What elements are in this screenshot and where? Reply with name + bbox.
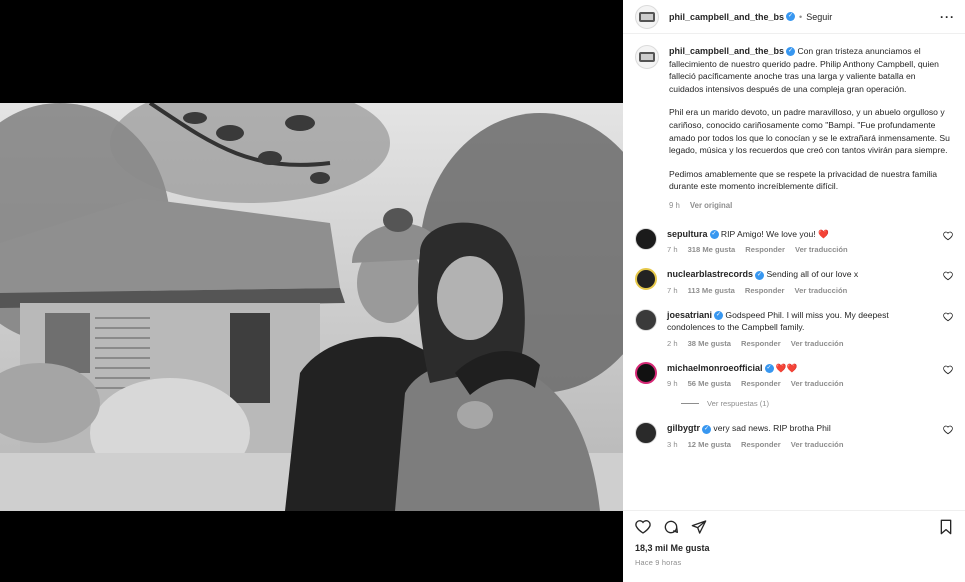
verified-icon: ✓ <box>709 230 719 240</box>
comment-username[interactable]: gilbygtr <box>667 423 700 433</box>
avatar[interactable] <box>635 422 657 445</box>
reply-button[interactable]: Responder <box>741 339 781 348</box>
reply-button[interactable]: Responder <box>741 440 781 449</box>
avatar[interactable] <box>635 361 657 384</box>
replies-divider <box>681 403 699 405</box>
see-original-link[interactable]: Ver original <box>690 201 732 210</box>
reply-button[interactable]: Responder <box>745 245 785 254</box>
comment: michaelmonroeofficial ✓ ❤️❤️ 9 h 56 Me gu… <box>635 361 953 389</box>
comment-icon[interactable] <box>663 519 679 535</box>
verified-icon: ✓ <box>764 364 774 374</box>
action-bar <box>635 519 953 535</box>
comment-likes[interactable]: 38 Me gusta <box>688 339 731 348</box>
comment: sepultura ✓ RIP Amigo! We love you! ❤️ 7 … <box>635 227 953 255</box>
translate-link[interactable]: Ver traducción <box>791 379 844 388</box>
comment-text: Sending all of our love x <box>766 269 859 280</box>
caption-username[interactable]: phil_campbell_and_the_bs <box>669 46 784 56</box>
post-photo[interactable] <box>0 103 623 511</box>
comment-likes[interactable]: 12 Me gusta <box>688 440 731 449</box>
comment-text: ❤️❤️ <box>775 362 798 373</box>
comment: gilbygtr ✓ very sad news. RIP brotha Phil… <box>635 422 953 449</box>
comment-likes[interactable]: 113 Me gusta <box>688 286 735 295</box>
view-replies-label[interactable]: Ver respuestas (1) <box>707 399 769 408</box>
translate-link[interactable]: Ver traducción <box>795 245 848 254</box>
comment-likes[interactable]: 318 Me gusta <box>688 245 736 254</box>
post-side-panel: phil_campbell_and_the_bs ✓ • Seguir ··· … <box>623 0 965 582</box>
caption-text: phil_campbell_and_the_bs ✓ Con gran trist… <box>669 45 951 204</box>
translate-link[interactable]: Ver traducción <box>795 286 848 295</box>
comment-text: very sad news. RIP brotha Phil <box>713 423 831 434</box>
post-footer: 18,3 mil Me gusta Hace 9 horas <box>623 510 965 582</box>
comment-time: 7 h <box>667 245 678 255</box>
view-replies[interactable]: Ver respuestas (1) <box>681 399 953 408</box>
comment-username[interactable]: michaelmonroeofficial <box>667 363 763 373</box>
avatar[interactable] <box>635 45 659 69</box>
comment-username[interactable]: joesatriani <box>667 310 712 320</box>
follow-button[interactable]: Seguir <box>806 12 832 22</box>
comments-scroll-area[interactable]: phil_campbell_and_the_bs ✓ Con gran trist… <box>623 35 965 510</box>
verified-icon: ✓ <box>786 47 796 57</box>
author-username[interactable]: phil_campbell_and_the_bs <box>669 12 784 22</box>
separator-dot: • <box>799 11 803 22</box>
photo-illustration <box>0 103 623 511</box>
avatar[interactable] <box>635 268 657 291</box>
verified-icon: ✓ <box>755 270 765 280</box>
reply-button[interactable]: Responder <box>741 379 781 388</box>
verified-icon: ✓ <box>714 311 724 321</box>
bookmark-icon[interactable] <box>939 519 953 535</box>
more-icon[interactable]: ··· <box>940 10 955 24</box>
comment-time: 3 h <box>667 439 678 449</box>
caption-paragraph: phil_campbell_and_the_bs ✓ Con gran trist… <box>669 45 951 95</box>
comment-text: RIP Amigo! We love you! ❤️ <box>720 228 829 239</box>
post-header: phil_campbell_and_the_bs ✓ • Seguir ··· <box>623 0 965 34</box>
comment-username[interactable]: nuclearblastrecords <box>667 269 753 279</box>
comment-likes[interactable]: 56 Me gusta <box>688 379 731 388</box>
reply-button[interactable]: Responder <box>745 286 785 295</box>
band-logo-icon <box>639 52 655 62</box>
comment: joesatriani ✓ Godspeed Phil. I will miss … <box>635 308 953 348</box>
heart-icon[interactable] <box>943 425 953 435</box>
caption-time: 9 h <box>669 200 680 210</box>
avatar[interactable] <box>635 4 659 29</box>
comment: nuclearblastrecords ✓ Sending all of our … <box>635 268 953 295</box>
comment-username[interactable]: sepultura <box>667 229 708 239</box>
verified-icon: ✓ <box>702 424 711 434</box>
caption-paragraph: Phil era un marido devoto, un padre mara… <box>669 107 950 156</box>
heart-icon[interactable] <box>943 271 953 281</box>
heart-icon[interactable] <box>943 231 953 241</box>
translate-link[interactable]: Ver traducción <box>791 440 844 449</box>
heart-icon[interactable] <box>635 519 651 535</box>
post-time: Hace 9 horas <box>635 558 682 567</box>
comment-time: 2 h <box>667 338 678 348</box>
comment-time: 7 h <box>667 285 678 295</box>
caption-paragraph: Pedimos amablemente que se respete la pr… <box>669 168 937 192</box>
post-media <box>0 0 623 582</box>
band-logo-icon <box>639 11 655 22</box>
verified-icon: ✓ <box>786 12 796 21</box>
caption: phil_campbell_and_the_bs ✓ Con gran trist… <box>635 45 953 204</box>
heart-icon[interactable] <box>943 312 953 322</box>
comment-time: 9 h <box>667 379 678 389</box>
avatar[interactable] <box>635 308 657 331</box>
translate-link[interactable]: Ver traducción <box>791 339 844 348</box>
avatar[interactable] <box>635 227 657 250</box>
share-icon[interactable] <box>691 519 707 535</box>
likes-count[interactable]: 18,3 mil Me gusta <box>635 543 953 553</box>
heart-icon[interactable] <box>943 365 953 375</box>
